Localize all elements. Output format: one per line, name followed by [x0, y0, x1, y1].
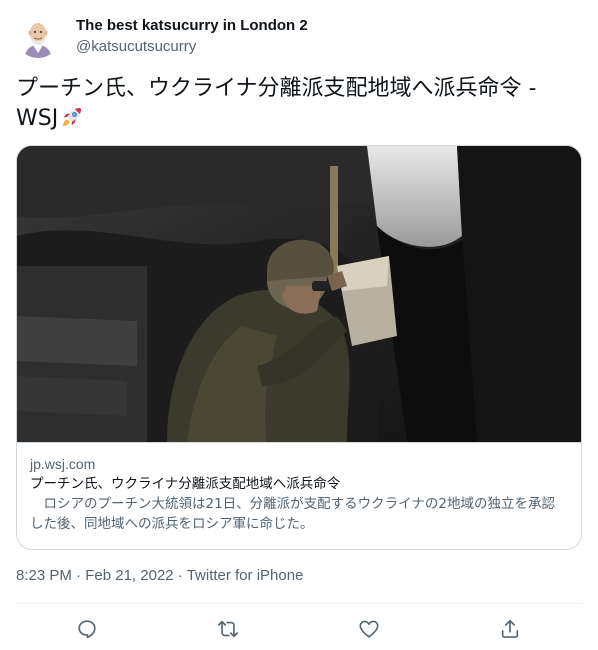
card-domain: jp.wsj.com	[30, 456, 96, 472]
card-image[interactable]	[17, 146, 581, 442]
card-description: ロシアのプーチン大統領は21日、分離派が支配するウクライナの2地域の独立を承認し…	[30, 496, 555, 532]
bald-man-avatar-icon	[16, 14, 60, 58]
tweet-meta: 8:23 PM · Feb 21, 2022 · Twitter for iPh…	[16, 566, 303, 586]
card-body: jp.wsj.com プーチン氏、ウクライナ分離派支配地域へ派兵命令 ロシアのプ…	[17, 442, 581, 549]
soldier-photo-icon	[17, 146, 581, 442]
share-icon	[501, 619, 519, 638]
tweet-text: プーチン氏、ウクライナ分離派支配地域へ派兵命令 - WSJ	[16, 74, 582, 138]
author-names: The best katsucurry in London 2 @katsucu…	[76, 16, 308, 57]
share-button[interactable]	[493, 612, 527, 646]
reply-button[interactable]	[70, 612, 104, 646]
tweet-date[interactable]: Feb 21, 2022	[85, 567, 173, 584]
meta-separator: ·	[76, 567, 82, 584]
action-bar	[16, 604, 582, 650]
avatar[interactable]	[16, 14, 60, 58]
author-handle[interactable]: @katsucutsucurry	[76, 37, 308, 57]
like-button[interactable]	[352, 612, 386, 646]
rocket-icon	[60, 105, 84, 138]
tweet-text-content: プーチン氏、ウクライナ分離派支配地域へ派兵命令 - WSJ	[16, 76, 537, 131]
tweet: The best katsucurry in London 2 @katsucu…	[0, 0, 598, 650]
author-display-name[interactable]: The best katsucurry in London 2	[76, 16, 308, 36]
tweet-time[interactable]: 8:23 PM	[16, 567, 72, 584]
tweet-source[interactable]: Twitter for iPhone	[187, 567, 304, 584]
retweet-icon	[218, 620, 238, 638]
reply-icon	[78, 620, 96, 639]
meta-separator: ·	[177, 567, 183, 584]
card-title: プーチン氏、ウクライナ分離派支配地域へ派兵命令	[30, 476, 341, 492]
link-card[interactable]: jp.wsj.com プーチン氏、ウクライナ分離派支配地域へ派兵命令 ロシアのプ…	[16, 145, 582, 550]
like-icon	[359, 620, 379, 638]
retweet-button[interactable]	[211, 612, 245, 646]
tweet-header: The best katsucurry in London 2 @katsucu…	[16, 12, 582, 60]
